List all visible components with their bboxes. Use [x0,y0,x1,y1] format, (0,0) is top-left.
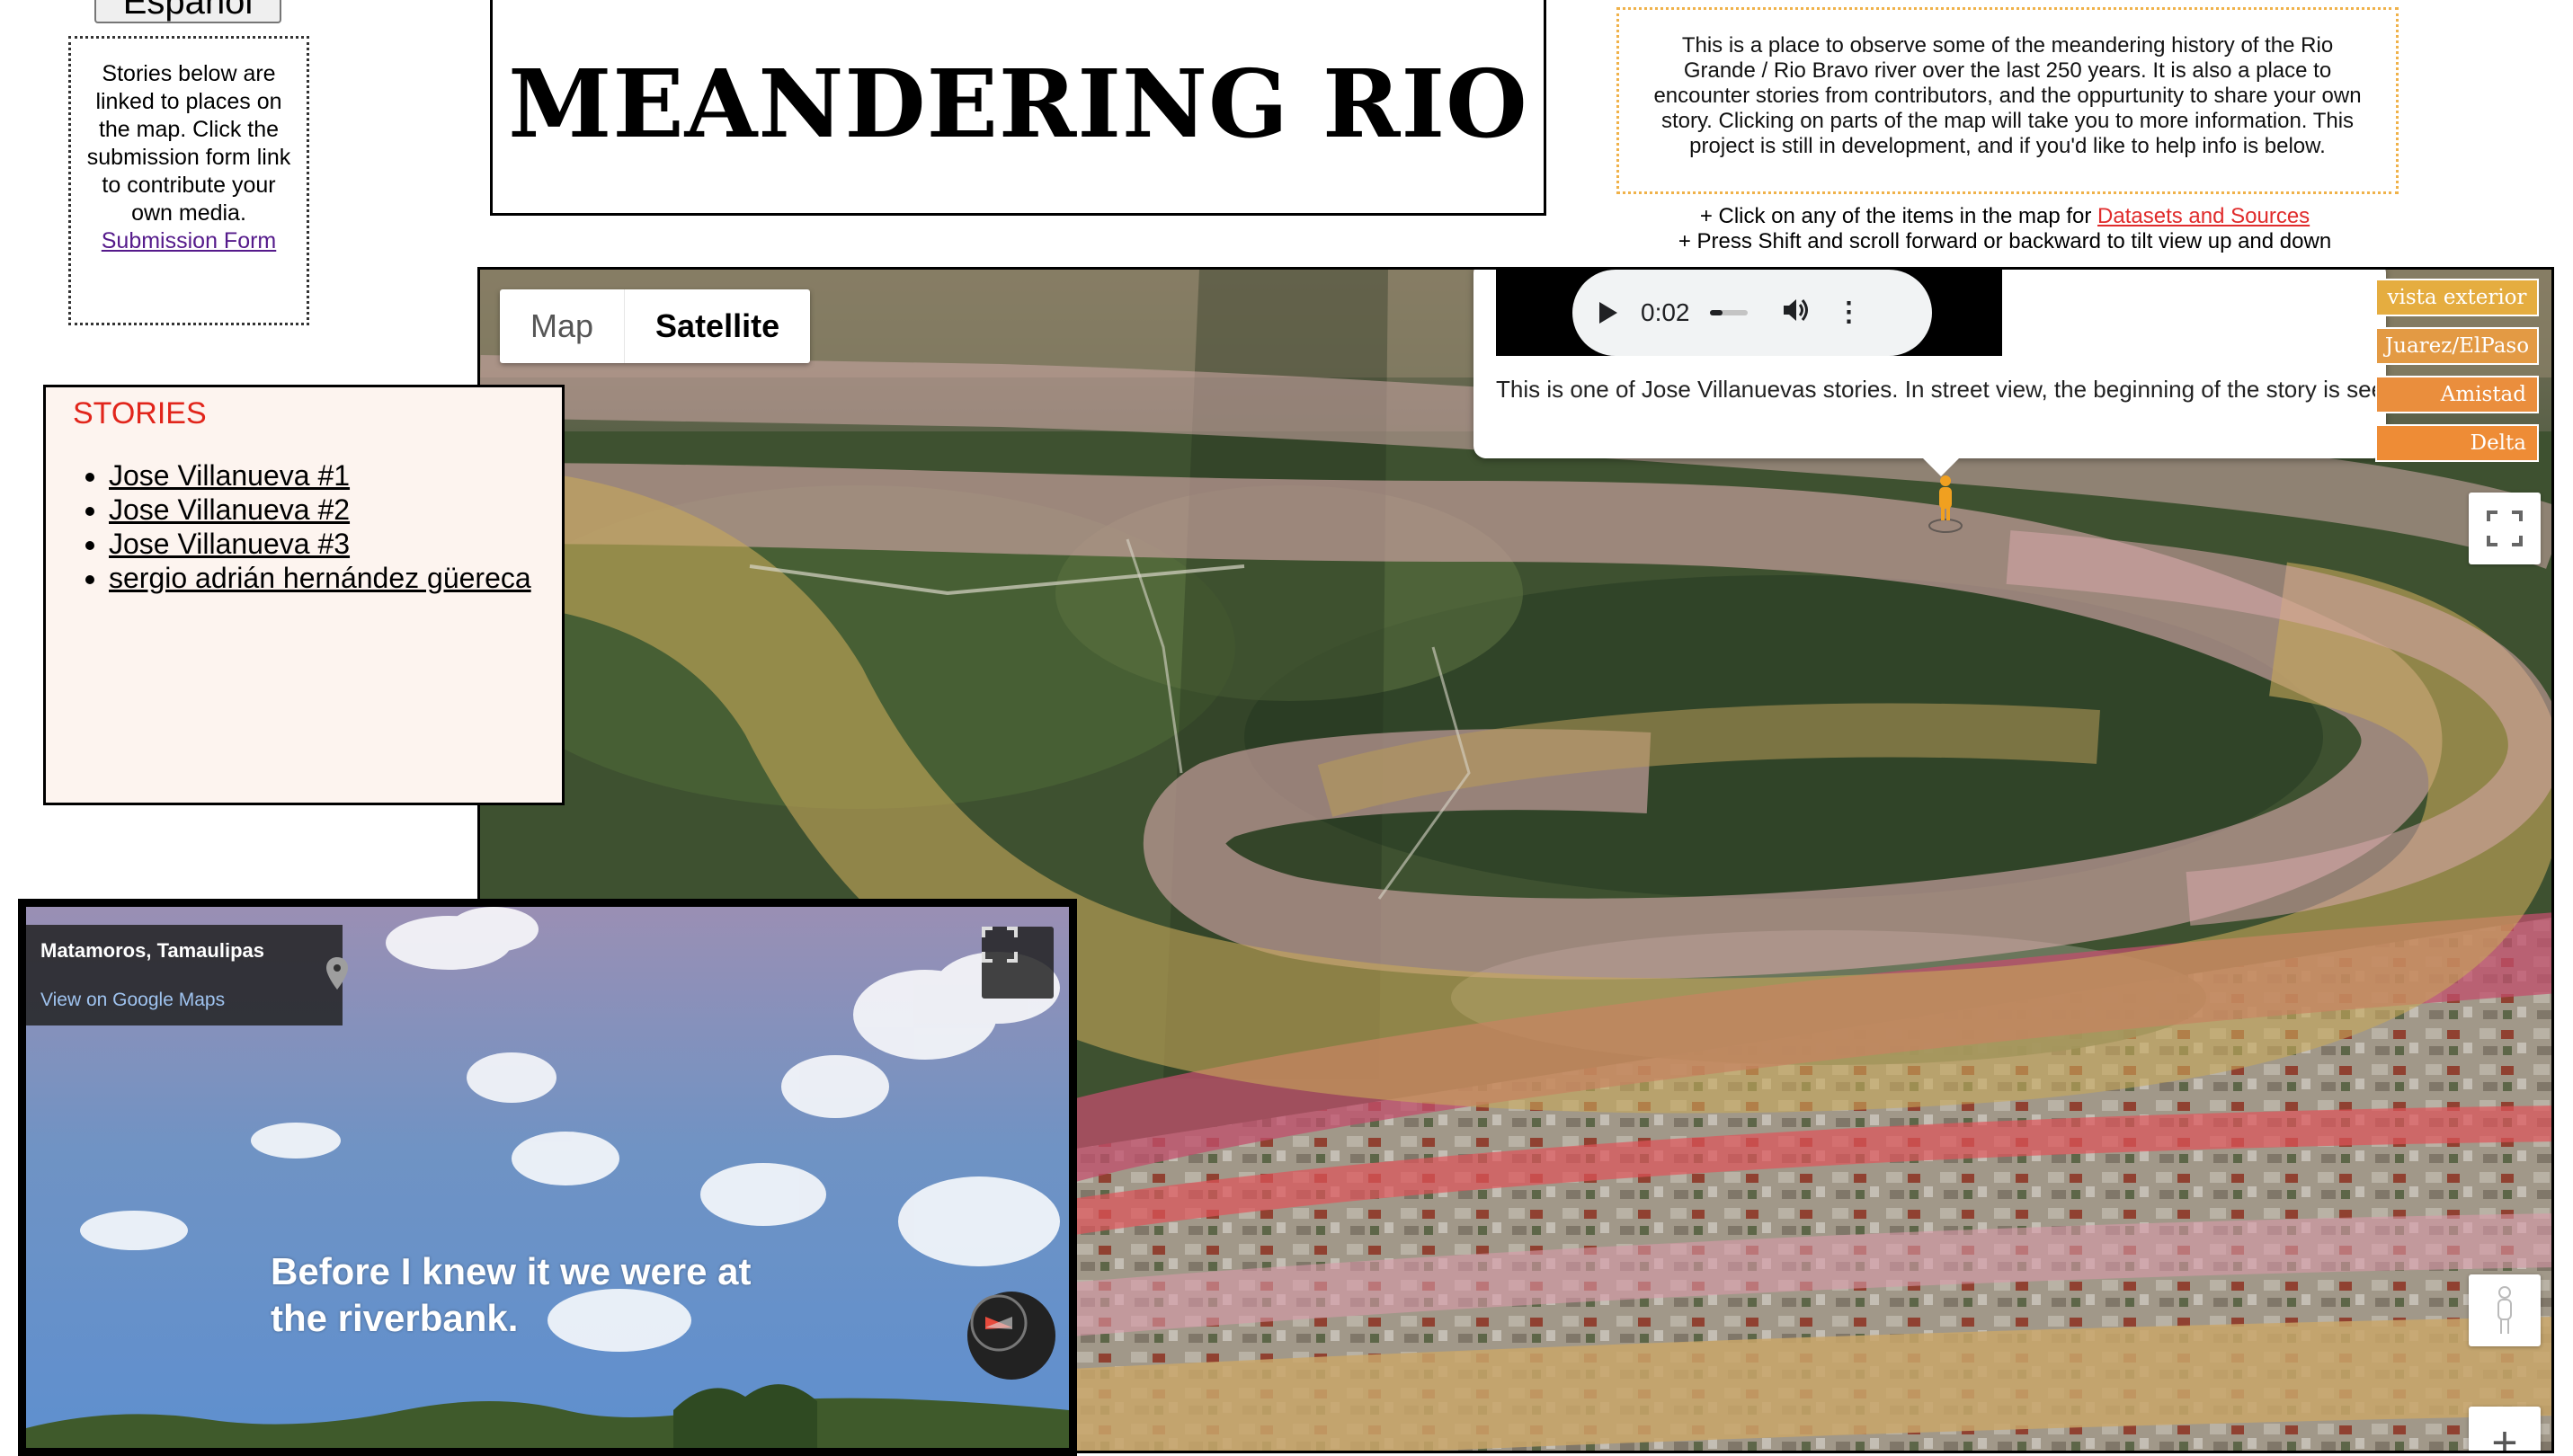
stories-panel: STORIES Jose Villanueva #1 Jose Villanue… [43,385,565,805]
pegman-icon [2497,1286,2512,1334]
about-text: This is a place to observe some of the m… [1653,33,2362,158]
stories-heading: STORIES [73,396,207,431]
pegman-button[interactable] [2469,1274,2541,1346]
list-item: sergio adrián hernández güereca [109,561,562,595]
audio-controls: 0:02 ⋮ [1572,270,1932,356]
story-link-1[interactable]: Jose Villanueva #1 [109,459,350,492]
audio-player: 0:02 ⋮ [1496,270,2002,356]
audio-progress-slider[interactable] [1709,310,1748,315]
street-view-panel[interactable]: Matamoros, Tamaulipas View on Google Map… [18,899,1077,1456]
volume-icon[interactable] [1782,297,1809,329]
layer-vista-exterior-button[interactable]: vista exterior [2375,279,2539,316]
story-link-3[interactable]: Jose Villanueva #3 [109,528,350,560]
map-type-map-button[interactable]: Map [500,289,626,363]
info-window: 0:02 ⋮ This is one of Jose Villanuevas s… [1473,270,2386,476]
map-fullscreen-button[interactable] [2469,493,2541,564]
story-link-2[interactable]: Jose Villanueva #2 [109,493,350,526]
layer-amistad-button[interactable]: Amistad [2375,376,2539,413]
hint-tilt: + Press Shift and scroll forward or back… [1678,229,2332,253]
list-item: Jose Villanueva #2 [109,493,562,527]
street-view-info-card: Matamoros, Tamaulipas View on Google Map… [26,925,348,1025]
intro-box: Stories below are linked to places on th… [68,36,309,325]
fullscreen-icon [982,927,1018,963]
stories-list: Jose Villanueva #1 Jose Villanueva #2 Jo… [73,458,562,595]
submission-form-link[interactable]: Submission Form [102,228,277,253]
story-marker-icon[interactable] [1928,472,1963,539]
title-box: MEANDERING RIO [490,0,1546,216]
map-type-satellite-button[interactable]: Satellite [625,289,810,363]
about-box: This is a place to observe some of the m… [1616,7,2399,194]
page-title: MEANDERING RIO [508,48,1528,159]
espanol-button[interactable]: Español [94,0,281,23]
layer-delta-button[interactable]: Delta [2375,424,2539,462]
list-item: Jose Villanueva #3 [109,527,562,561]
street-view-location: Matamoros, Tamaulipas [40,939,264,962]
intro-text: Stories below are linked to places on th… [86,61,291,226]
fullscreen-icon [2487,510,2523,546]
datasets-link[interactable]: Datasets and Sources [2097,204,2310,228]
view-on-google-maps-link[interactable]: View on Google Maps [40,990,225,1011]
layer-juarez-elpaso-button[interactable]: Juarez/ElPaso [2375,327,2539,365]
street-view-caption: Before I knew it we were at the riverban… [271,1250,752,1339]
map-type-control: Map Satellite [500,289,811,363]
street-view-fullscreen-button[interactable] [982,927,1054,999]
zoom-in-button[interactable]: + [2469,1407,2541,1451]
popup-text: This is one of Jose Villanuevas stories.… [1496,376,2377,403]
compass-icon[interactable] [967,1292,1055,1380]
more-options-icon[interactable]: ⋮ [1836,299,1863,326]
hint-datasets: + Click on any of the items in the map f… [1546,204,2463,229]
list-item: Jose Villanueva #1 [109,458,562,493]
play-icon[interactable] [1599,302,1617,324]
story-link-4[interactable]: sergio adrián hernández güereca [109,562,531,594]
audio-time: 0:02 [1641,298,1690,326]
hint-datasets-text: + Click on any of the items in the map f… [1699,204,2098,228]
layer-buttons: vista exterior Juarez/ElPaso Amistad Del… [2375,279,2539,473]
